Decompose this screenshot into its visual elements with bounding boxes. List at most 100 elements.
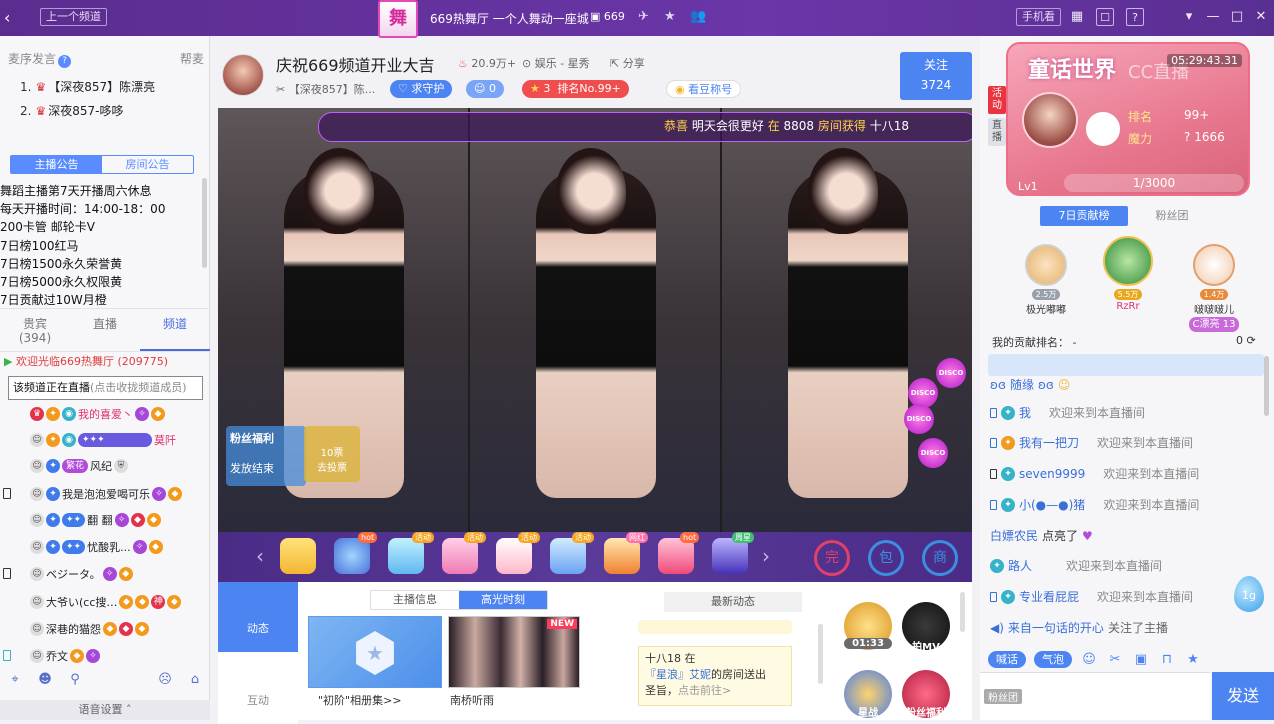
tab-dynamic[interactable]: 动态	[218, 582, 298, 652]
dynamic-card[interactable]	[638, 620, 792, 634]
vote-widget[interactable]: 10票去投票	[304, 426, 360, 482]
video-player[interactable]: 恭喜 明天会很更好 在 8808 房间获得 十八18 粉丝福利发放结束 10票去…	[218, 108, 972, 532]
dynamic-scrollbar[interactable]	[960, 592, 965, 632]
users-icon[interactable]: 👥	[690, 9, 706, 24]
help-mic-button[interactable]: 帮麦	[180, 50, 204, 67]
chevron-left-icon[interactable]: ‹	[4, 8, 18, 26]
chat-input[interactable]: 粉丝团	[980, 672, 1210, 720]
fans-button[interactable]: ☺ 0	[466, 80, 504, 98]
chat-message[interactable]: ✦我欢迎来到本直播间	[990, 404, 1145, 421]
grid-icon[interactable]: ▦	[1068, 8, 1086, 26]
gift-item[interactable]	[280, 538, 316, 574]
backpack-icon[interactable]: 包	[868, 540, 904, 576]
share-button[interactable]: ⇱ 分享	[610, 55, 645, 71]
tab-live[interactable]: 直播	[70, 309, 140, 351]
guard-avatar[interactable]	[1086, 112, 1120, 146]
scissors-icon[interactable]: ✂	[1106, 652, 1124, 667]
mic-queue-item[interactable]: 2.♛深夜857-哆哆	[20, 102, 123, 119]
tab-vip[interactable]: 贵宾(394)	[0, 309, 70, 351]
list-item[interactable]: ☺✦繁花风纪⛨	[30, 458, 128, 474]
tab-room-notice[interactable]: 房间公告	[102, 156, 193, 173]
tab-weekly-rank[interactable]: 7日贡献榜	[1040, 206, 1128, 226]
close-icon[interactable]: ✕	[1252, 8, 1270, 26]
chevron-right-icon[interactable]: ›	[762, 544, 770, 568]
image-icon[interactable]: ▣	[1132, 652, 1150, 667]
video-caption[interactable]: 南桥听雨	[450, 692, 494, 708]
mic-queue-item[interactable]: 1.♛【深夜857】陈漂亮	[20, 78, 155, 95]
question-icon[interactable]: ?	[1184, 130, 1190, 144]
lock-icon[interactable]: ⊓	[1158, 652, 1176, 667]
bubble-button[interactable]: 气泡	[1034, 651, 1072, 668]
list-item[interactable]: ☺✦✦✦翻 翻✧◆◆	[30, 512, 161, 528]
chat-message[interactable]: ✦我有一把刀欢迎来到本直播间	[990, 434, 1193, 451]
channel-welcome[interactable]: ▶ 欢迎光临669热舞厅 (209775)	[4, 353, 168, 369]
list-item[interactable]: ☺✦◉✦✦✦莫阡	[30, 432, 176, 448]
chat-message[interactable]: ✦专业看屁屁欢迎来到本直播间	[990, 588, 1193, 605]
dropdown-icon[interactable]: ▾	[1180, 8, 1198, 26]
chat-message[interactable]: ◀)来自一句话的开心关注了主播	[990, 619, 1168, 636]
list-item[interactable]: ♛✦◉我的喜爱丶✧◆	[30, 406, 165, 422]
guard-button[interactable]: ♡ 求守护	[390, 80, 452, 98]
top-contributor[interactable]: 1.4万 啵啵啵儿 C漂亮 13	[1184, 244, 1244, 332]
rank-button[interactable]: ★ 3 排名No.99+	[522, 80, 629, 98]
video-thumbnail[interactable]: NEW	[448, 616, 580, 688]
album-thumbnail[interactable]: ★	[308, 616, 442, 688]
prev-channel-button[interactable]: 上一个频道	[40, 8, 107, 26]
tab-highlights[interactable]: 高光时刻	[459, 591, 547, 609]
notice-scrollbar[interactable]	[202, 178, 207, 268]
gift-item[interactable]	[658, 538, 694, 574]
tab-anchor-info[interactable]: 主播信息	[371, 591, 459, 609]
album-caption[interactable]: "初阶"相册集>>	[318, 692, 402, 708]
fan-welfare-widget[interactable]: 粉丝福利发放结束	[226, 426, 306, 486]
star-icon[interactable]: ★	[664, 9, 676, 24]
highlight-scrollbar[interactable]	[818, 624, 823, 684]
help-icon[interactable]: ?	[1126, 8, 1144, 26]
chat-message[interactable]: 白嫖农民点亮了♥	[990, 527, 1093, 544]
gift-item[interactable]	[550, 538, 586, 574]
list-item[interactable]: ☺大爷い(cc搜…◆◆神◆	[30, 594, 181, 610]
vote-button[interactable]: 去投票	[304, 459, 360, 474]
follow-button[interactable]: 关注3724	[900, 52, 972, 100]
gift-item[interactable]	[334, 538, 370, 574]
gamepad-icon[interactable]: ☹	[150, 672, 180, 698]
dynamic-card[interactable]: 十八18 在 『星浪』艾妮的房间送出 圣旨，点击前往>	[638, 646, 792, 706]
dyn-link[interactable]: 点击前往>	[678, 684, 731, 697]
gift-complete-icon[interactable]: 完	[814, 540, 850, 576]
chat-message[interactable]: ʚɞ随缘ʚɞ☺	[990, 376, 1070, 393]
gift-item[interactable]	[496, 538, 532, 574]
gift-item[interactable]	[388, 538, 424, 574]
skin-icon[interactable]: ☐	[1096, 8, 1114, 26]
tab-fan-club[interactable]: 粉丝团	[1128, 206, 1216, 226]
voice-settings-button[interactable]: 语音设置 ˄	[0, 700, 210, 720]
top-contributor[interactable]: 5.5万 RzRr	[1098, 236, 1158, 312]
tab-interact[interactable]: 互动	[218, 654, 298, 724]
send-button[interactable]: 发送	[1212, 672, 1274, 720]
activity-tag[interactable]: 活动	[988, 86, 1006, 114]
gift-item[interactable]	[442, 538, 478, 574]
question-icon[interactable]: ?	[58, 55, 71, 68]
gift-item[interactable]	[604, 538, 640, 574]
search-icon[interactable]: ⚲	[60, 672, 90, 698]
location-icon[interactable]: ⌖	[0, 672, 30, 698]
shout-button[interactable]: 喊话	[988, 651, 1026, 668]
minimize-icon[interactable]: —	[1204, 8, 1222, 26]
tab-channel[interactable]: 频道	[140, 309, 210, 351]
fan-club-tag[interactable]: 粉丝团	[984, 689, 1022, 704]
chevron-left-icon[interactable]: ‹	[256, 544, 264, 568]
home-icon[interactable]: ⌂	[180, 672, 210, 698]
live-tag[interactable]: 直播	[988, 118, 1006, 146]
title-button[interactable]: ◉ 看豆称号	[666, 80, 741, 98]
anchor-avatar[interactable]	[1022, 92, 1078, 148]
shop-icon[interactable]: 商	[922, 540, 958, 576]
maximize-icon[interactable]: □	[1228, 8, 1246, 26]
star-icon[interactable]: ★	[1184, 652, 1202, 667]
tab-anchor-notice[interactable]: 主播公告	[11, 156, 102, 173]
phone-watch-button[interactable]: 手机看	[1016, 8, 1061, 26]
list-item[interactable]: ☺ベジータ。✧◆	[30, 566, 133, 582]
gift-drop[interactable]: 1g	[1234, 576, 1264, 612]
list-item[interactable]: ☺✦我是泡泡爱喝可乐✧◆	[30, 486, 182, 502]
gift-item[interactable]	[712, 538, 748, 574]
chat-message[interactable]: ✦路人欢迎来到本直播间	[990, 557, 1162, 574]
chat-message[interactable]: ✦小(●—●)猪欢迎来到本直播间	[990, 496, 1199, 513]
plane-icon[interactable]: ✈	[638, 9, 649, 24]
